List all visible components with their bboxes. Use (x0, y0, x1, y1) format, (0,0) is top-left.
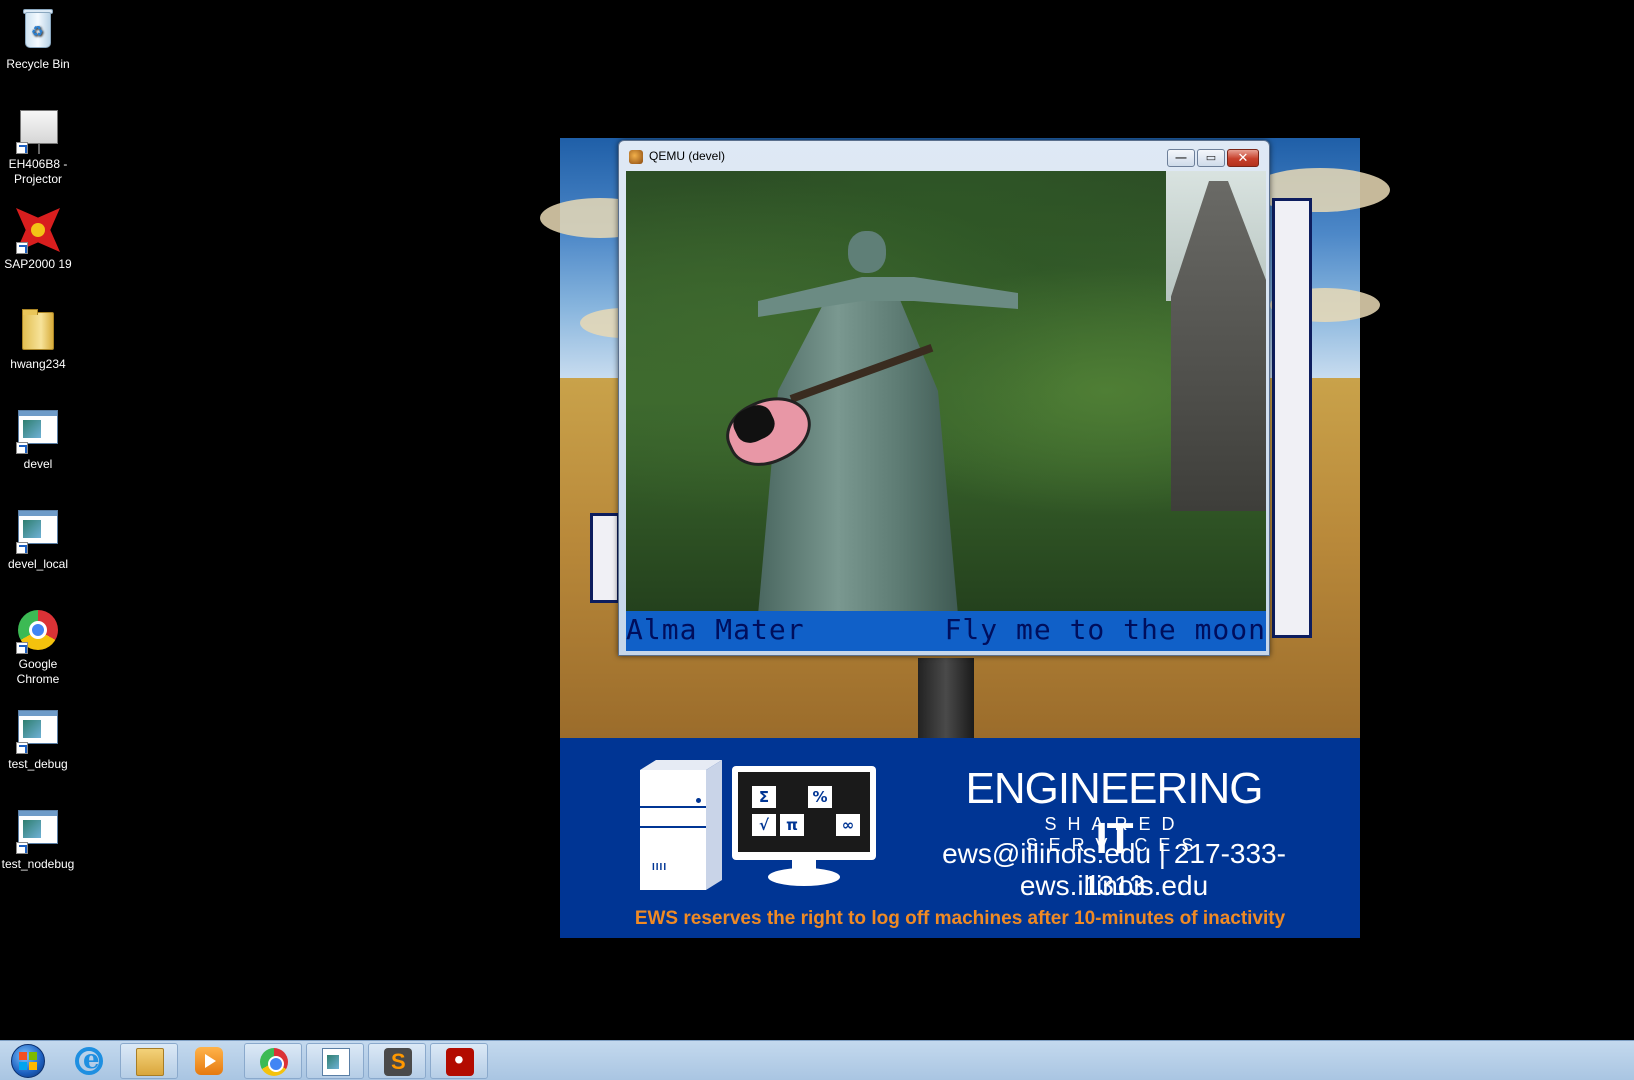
folder-icon (14, 306, 62, 354)
song-label: Fly me to the moon (944, 613, 1266, 646)
app-shortcut-icon (14, 806, 62, 854)
qemu-window[interactable]: QEMU (devel) — ▭ ✕ Alma Mater Fly me to … (618, 140, 1270, 656)
desktop-icon-label: test_debug (8, 757, 68, 771)
chrome-icon (14, 606, 62, 654)
desktop-icon-test-debug[interactable]: test_debug (0, 706, 76, 772)
monitor-icon: Σ % √ π ∞ (732, 766, 876, 860)
acrobat-icon (446, 1044, 474, 1076)
media-player-icon (195, 1047, 223, 1075)
taskbar-item-acrobat[interactable] (430, 1043, 488, 1079)
desktop-icon-label: Recycle Bin (6, 57, 70, 71)
desktop-icon-label: Google Chrome (16, 657, 60, 686)
recycle-bin-icon: ♻ (14, 6, 62, 54)
desktop-icon-label: SAP2000 19 (4, 257, 72, 271)
close-icon: ✕ (1237, 150, 1249, 165)
internet-explorer-icon (75, 1045, 103, 1075)
taskbar-item-windows-explorer[interactable] (120, 1043, 178, 1079)
sigma-key: Σ (752, 786, 776, 808)
desktop-icon-google-chrome[interactable]: Google Chrome (0, 606, 76, 687)
taskbar-item-media-player[interactable] (180, 1043, 238, 1079)
windows-start-icon (19, 1052, 37, 1070)
desktop-icon-test-nodebug[interactable]: test_nodebug (0, 806, 76, 872)
maximize-icon: ▭ (1205, 152, 1217, 164)
minimize-icon: — (1175, 152, 1187, 164)
qemu-display[interactable]: Alma Mater Fly me to the moon (626, 171, 1266, 651)
wallpaper-frame-left (590, 513, 620, 603)
qemu-app-icon[interactable] (629, 150, 643, 164)
qemu-status-bar: Alma Mater Fly me to the moon (626, 611, 1266, 651)
desktop-icon-label: EH406B8 - Projector (8, 157, 68, 186)
close-button[interactable]: ✕ (1227, 149, 1259, 167)
sublime-text-icon (384, 1048, 412, 1076)
wallpaper-frame-right (1272, 198, 1312, 638)
chrome-icon (260, 1048, 288, 1076)
desktop-icon-label: test_nodebug (1, 857, 75, 871)
wallpaper-billboard-post (918, 658, 974, 738)
alma-mater-photo (626, 171, 1266, 615)
taskbar (0, 1040, 1634, 1080)
desktop-icon-label: hwang234 (10, 357, 66, 371)
desktop-icon-label: devel_local (7, 557, 69, 571)
desktop-icon-recycle-bin[interactable]: ♻ Recycle Bin (0, 6, 76, 72)
app-window-icon (322, 1048, 350, 1076)
window-title: QEMU (devel) (649, 149, 726, 163)
projector-icon (14, 106, 62, 154)
infinity-key: ∞ (836, 814, 860, 836)
app-shortcut-icon (14, 406, 62, 454)
folder-icon (136, 1048, 164, 1076)
pi-key: π (780, 814, 804, 836)
minimize-button[interactable]: — (1167, 149, 1195, 167)
maximize-button[interactable]: ▭ (1197, 149, 1225, 167)
desktop-icon-devel[interactable]: devel (0, 406, 76, 472)
location-label: Alma Mater (626, 613, 805, 646)
brand-website: ews.illinois.edu (1019, 870, 1209, 901)
sap2000-icon (14, 206, 62, 254)
taskbar-item-google-chrome[interactable] (244, 1043, 302, 1079)
inactivity-notice: EWS reserves the right to log off machin… (634, 908, 1286, 929)
taskbar-item-sublime-text[interactable] (368, 1043, 426, 1079)
ews-banner: IIII Σ % √ π ∞ ENGINEERING IT SHARED SER… (560, 738, 1360, 938)
sqrt-key: √ (752, 814, 776, 836)
desktop-icon-devel-local[interactable]: devel_local (0, 506, 76, 572)
desktop-icon-label: devel (23, 457, 53, 471)
app-shortcut-icon (14, 706, 62, 754)
desktop-icon-hwang234[interactable]: hwang234 (0, 306, 76, 372)
server-icon: IIII (640, 760, 722, 890)
qemu-titlebar[interactable]: QEMU (devel) — ▭ ✕ (619, 141, 1269, 171)
percent-key: % (808, 786, 832, 808)
desktop-icon-sap2000[interactable]: SAP2000 19 (0, 206, 76, 272)
taskbar-item-qemu[interactable] (306, 1043, 364, 1079)
taskbar-item-internet-explorer[interactable] (60, 1043, 118, 1079)
start-button[interactable] (4, 1042, 52, 1080)
desktop-icon-projector[interactable]: EH406B8 - Projector (0, 106, 76, 187)
app-shortcut-icon (14, 506, 62, 554)
